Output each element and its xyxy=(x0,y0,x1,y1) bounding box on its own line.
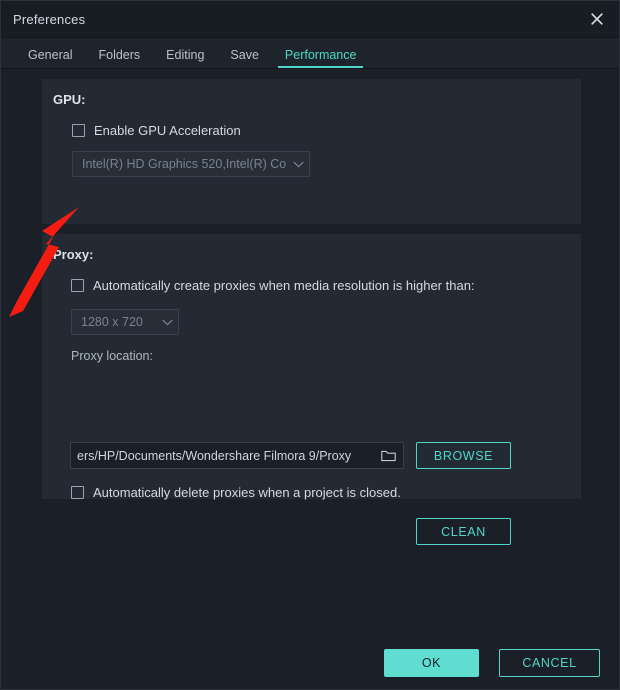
proxy-location-value: ers/HP/Documents/Wondershare Filmora 9/P… xyxy=(77,448,352,463)
auto-create-proxies-checkbox-row[interactable]: Automatically create proxies when media … xyxy=(71,278,475,293)
auto-delete-proxies-checkbox-row[interactable]: Automatically delete proxies when a proj… xyxy=(71,485,401,500)
clean-button[interactable]: CLEAN xyxy=(416,518,511,545)
close-icon[interactable] xyxy=(581,5,613,33)
tab-general[interactable]: General xyxy=(15,48,85,69)
auto-delete-proxies-checkbox[interactable] xyxy=(71,486,84,499)
proxy-location-input[interactable]: ers/HP/Documents/Wondershare Filmora 9/P… xyxy=(70,442,404,469)
auto-create-proxies-label: Automatically create proxies when media … xyxy=(93,278,475,293)
gpu-device-select[interactable]: Intel(R) HD Graphics 520,Intel(R) Cor xyxy=(72,151,310,177)
enable-gpu-acceleration-checkbox-row[interactable]: Enable GPU Acceleration xyxy=(72,123,241,138)
browse-button[interactable]: BROWSE xyxy=(416,442,511,469)
proxy-resolution-select[interactable]: 1280 x 720 xyxy=(71,309,179,335)
proxy-location-label: Proxy location: xyxy=(71,349,153,363)
chevron-down-icon xyxy=(156,319,178,326)
enable-gpu-acceleration-label: Enable GPU Acceleration xyxy=(94,123,241,138)
tab-folders[interactable]: Folders xyxy=(85,48,153,69)
tab-performance[interactable]: Performance xyxy=(272,48,370,69)
tab-editing[interactable]: Editing xyxy=(153,48,217,69)
proxy-resolution-select-value: 1280 x 720 xyxy=(81,315,143,329)
auto-delete-proxies-label: Automatically delete proxies when a proj… xyxy=(93,485,401,500)
enable-gpu-acceleration-checkbox[interactable] xyxy=(72,124,85,137)
chevron-down-icon xyxy=(287,161,309,168)
gpu-device-select-value: Intel(R) HD Graphics 520,Intel(R) Cor xyxy=(82,157,287,171)
gpu-section-title: GPU: xyxy=(53,92,86,107)
folder-icon[interactable] xyxy=(373,449,403,462)
proxy-section-title: Proxy: xyxy=(53,247,94,262)
auto-create-proxies-checkbox[interactable] xyxy=(71,279,84,292)
cancel-button[interactable]: CANCEL xyxy=(499,649,600,677)
titlebar: Preferences xyxy=(1,1,619,38)
tab-save[interactable]: Save xyxy=(217,48,272,69)
ok-button[interactable]: OK xyxy=(384,649,479,677)
content-area: GPU: Enable GPU Acceleration Intel(R) HD… xyxy=(1,69,619,690)
preferences-dialog: Preferences General Folders Editing Save… xyxy=(0,0,620,690)
gpu-section: GPU: Enable GPU Acceleration Intel(R) HD… xyxy=(42,79,581,224)
tab-bar: General Folders Editing Save Performance xyxy=(1,38,619,69)
window-title: Preferences xyxy=(13,12,86,27)
